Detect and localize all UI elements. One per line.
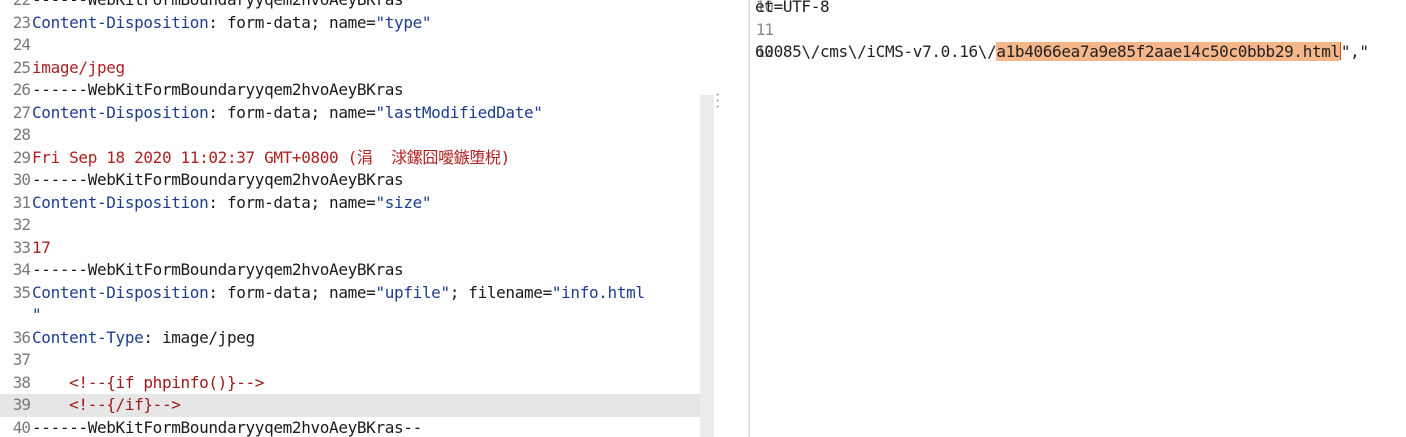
code-line[interactable]: 27 Content-Disposition: form-data; name="…: [0, 102, 748, 125]
code-text: ------WebKitFormBoundaryyqem2hvoAeyBKras: [32, 79, 404, 102]
code-line[interactable]: 23 Content-Disposition: form-data; name="…: [0, 12, 748, 35]
request-editor-pane[interactable]: 22------WebKitFormBoundaryyqem2hvoAeyBKr…: [0, 0, 748, 437]
code-text: Content-Disposition: form-data; name="si…: [32, 192, 432, 215]
line-number: 22: [0, 0, 31, 12]
code-line[interactable]: 40 ------WebKitFormBoundaryyqem2hvoAeyBKr…: [0, 417, 748, 437]
highlighted-filename[interactable]: a1b4066ea7a9e85f2aae14c50c0bbb29.html: [996, 42, 1340, 61]
code-text: ------WebKitFormBoundaryyqem2hvoAeyBKras: [32, 169, 404, 192]
line-number: 24: [12, 35, 31, 54]
code-text: Content-Disposition: form-data; name="la…: [32, 102, 543, 125]
line-number: 40: [12, 417, 31, 437]
line-number: 38: [12, 372, 31, 392]
code-text: ": [32, 304, 42, 327]
code-text: Content-Type: image/jpeg: [32, 327, 255, 350]
code-token: Fri Sep 18 2020 11:02:37 GMT+0800 (涓 浗鏍囧…: [32, 147, 510, 167]
url-path-text: 60085\/cms\/iCMS-v7.0.16\/: [755, 42, 997, 61]
code-line[interactable]: 22------WebKitFormBoundaryyqem2hvoAeyBKr…: [0, 0, 748, 12]
line-number: 31: [12, 192, 31, 212]
response-line[interactable]: 12 60085\/cms\/iCMS-v7.0.16\/a1b4066ea7a9…: [749, 41, 1406, 64]
response-text: 60085\/cms\/iCMS-v7.0.16\/a1b4066ea7a9e8…: [755, 41, 1369, 64]
code-line[interactable]: 34 ------WebKitFormBoundaryyqem2hvoAeyBKr…: [0, 259, 748, 282]
code-token: "info.html: [551, 282, 645, 302]
code-token: <!--{/if}-->: [32, 395, 181, 414]
response-line[interactable]: 10 et=UTF-8: [749, 0, 1406, 19]
code-token: Content-Disposition: [32, 102, 209, 122]
line-number: 26: [12, 80, 31, 99]
code-line-current[interactable]: 39 <!--{/if}-->: [0, 394, 700, 417]
code-line[interactable]: 32: [0, 214, 748, 237]
code-token: ": [32, 305, 42, 324]
code-line[interactable]: 30 ------WebKitFormBoundaryyqem2hvoAeyBKr…: [0, 169, 748, 192]
code-text: image/jpeg: [32, 57, 125, 80]
code-token: : form-data; name=: [208, 102, 376, 122]
line-number: 35: [12, 282, 31, 302]
code-line[interactable]: 28: [0, 124, 748, 147]
code-line[interactable]: 37: [0, 349, 748, 372]
code-text: ------WebKitFormBoundaryyqem2hvoAeyBKras: [32, 0, 404, 12]
code-token: "type": [375, 12, 432, 32]
code-token: "lastModifiedDate": [375, 102, 543, 122]
code-token: Content-Disposition: [32, 282, 209, 302]
line-number: 28: [12, 125, 31, 144]
code-line[interactable]: 36 Content-Type: image/jpeg: [0, 327, 748, 350]
response-text: et=UTF-8: [755, 0, 830, 16]
line-number: 39: [12, 395, 31, 414]
code-token: ------WebKitFormBoundaryyqem2hvoAeyBKras: [32, 170, 404, 189]
pane-divider: [749, 0, 750, 437]
code-text: 17: [32, 237, 51, 260]
code-token: : form-data; name=: [208, 192, 376, 212]
vertical-scrollbar[interactable]: [700, 95, 714, 437]
code-token: "size": [375, 192, 432, 212]
line-number: 23: [12, 12, 31, 32]
code-token: : form-data; name=: [208, 12, 376, 32]
code-line[interactable]: 25 image/jpeg: [0, 57, 748, 80]
code-token: ------WebKitFormBoundaryyqem2hvoAeyBKras: [32, 0, 404, 9]
line-number: 29: [12, 147, 31, 167]
line-number: 25: [12, 57, 31, 77]
code-token: : image/jpeg: [143, 327, 255, 347]
line-number: 27: [12, 102, 31, 122]
code-line[interactable]: 31 Content-Disposition: form-data; name="…: [0, 192, 748, 215]
code-token: Content-Disposition: [32, 12, 209, 32]
code-line[interactable]: 26 ------WebKitFormBoundaryyqem2hvoAeyBKr…: [0, 79, 748, 102]
code-token: ------WebKitFormBoundaryyqem2hvoAeyBKras: [32, 260, 404, 279]
url-suffix-text: ",": [1340, 42, 1369, 61]
code-line[interactable]: ": [0, 304, 748, 327]
code-text: Content-Disposition: form-data; name="ty…: [32, 12, 432, 35]
line-number: 36: [12, 327, 31, 347]
line-number: 32: [12, 215, 31, 234]
code-text: <!--{/if}-->: [32, 394, 181, 417]
code-text: ------WebKitFormBoundaryyqem2hvoAeyBKras: [32, 259, 404, 282]
code-token: "upfile": [375, 282, 450, 302]
code-line[interactable]: 24: [0, 34, 748, 57]
code-token: 17: [32, 237, 51, 257]
line-number: 34: [12, 260, 31, 279]
code-text: Fri Sep 18 2020 11:02:37 GMT+0800 (涓 浗鏍囧…: [32, 147, 510, 170]
response-line[interactable]: 11: [749, 19, 1406, 42]
code-token: <!--{if phpinfo()}-->: [32, 372, 265, 392]
code-token: Content-Type: [32, 327, 144, 347]
code-line[interactable]: 38 <!--{if phpinfo()}-->: [0, 372, 748, 395]
line-number: 37: [12, 350, 31, 369]
code-text: Content-Disposition: form-data; name="up…: [32, 282, 645, 305]
code-token: Content-Disposition: [32, 192, 209, 212]
response-viewer-pane[interactable]: 10 et=UTF-8 11 12 60085\/cms\/iCMS-v7.0.16\/…: [748, 0, 1406, 437]
line-number: 30: [12, 170, 31, 189]
code-token: : form-data; name=: [208, 282, 376, 302]
code-token: image/jpeg: [32, 57, 125, 77]
code-token: ; filename=: [449, 282, 552, 302]
code-line[interactable]: 35 Content-Disposition: form-data; name="…: [0, 282, 748, 305]
code-token: ------WebKitFormBoundaryyqem2hvoAeyBKras…: [32, 417, 422, 437]
code-token: ------WebKitFormBoundaryyqem2hvoAeyBKras: [32, 80, 404, 99]
splitter-grip-icon[interactable]: · · ·: [714, 89, 721, 113]
code-text: ------WebKitFormBoundaryyqem2hvoAeyBKras…: [32, 417, 422, 437]
code-line[interactable]: 33 17: [0, 237, 748, 260]
line-number: 11: [755, 19, 774, 39]
line-number: 33: [12, 237, 31, 257]
code-text: <!--{if phpinfo()}-->: [32, 372, 264, 395]
code-line[interactable]: 29 Fri Sep 18 2020 11:02:37 GMT+0800 (涓 浗…: [0, 147, 748, 170]
